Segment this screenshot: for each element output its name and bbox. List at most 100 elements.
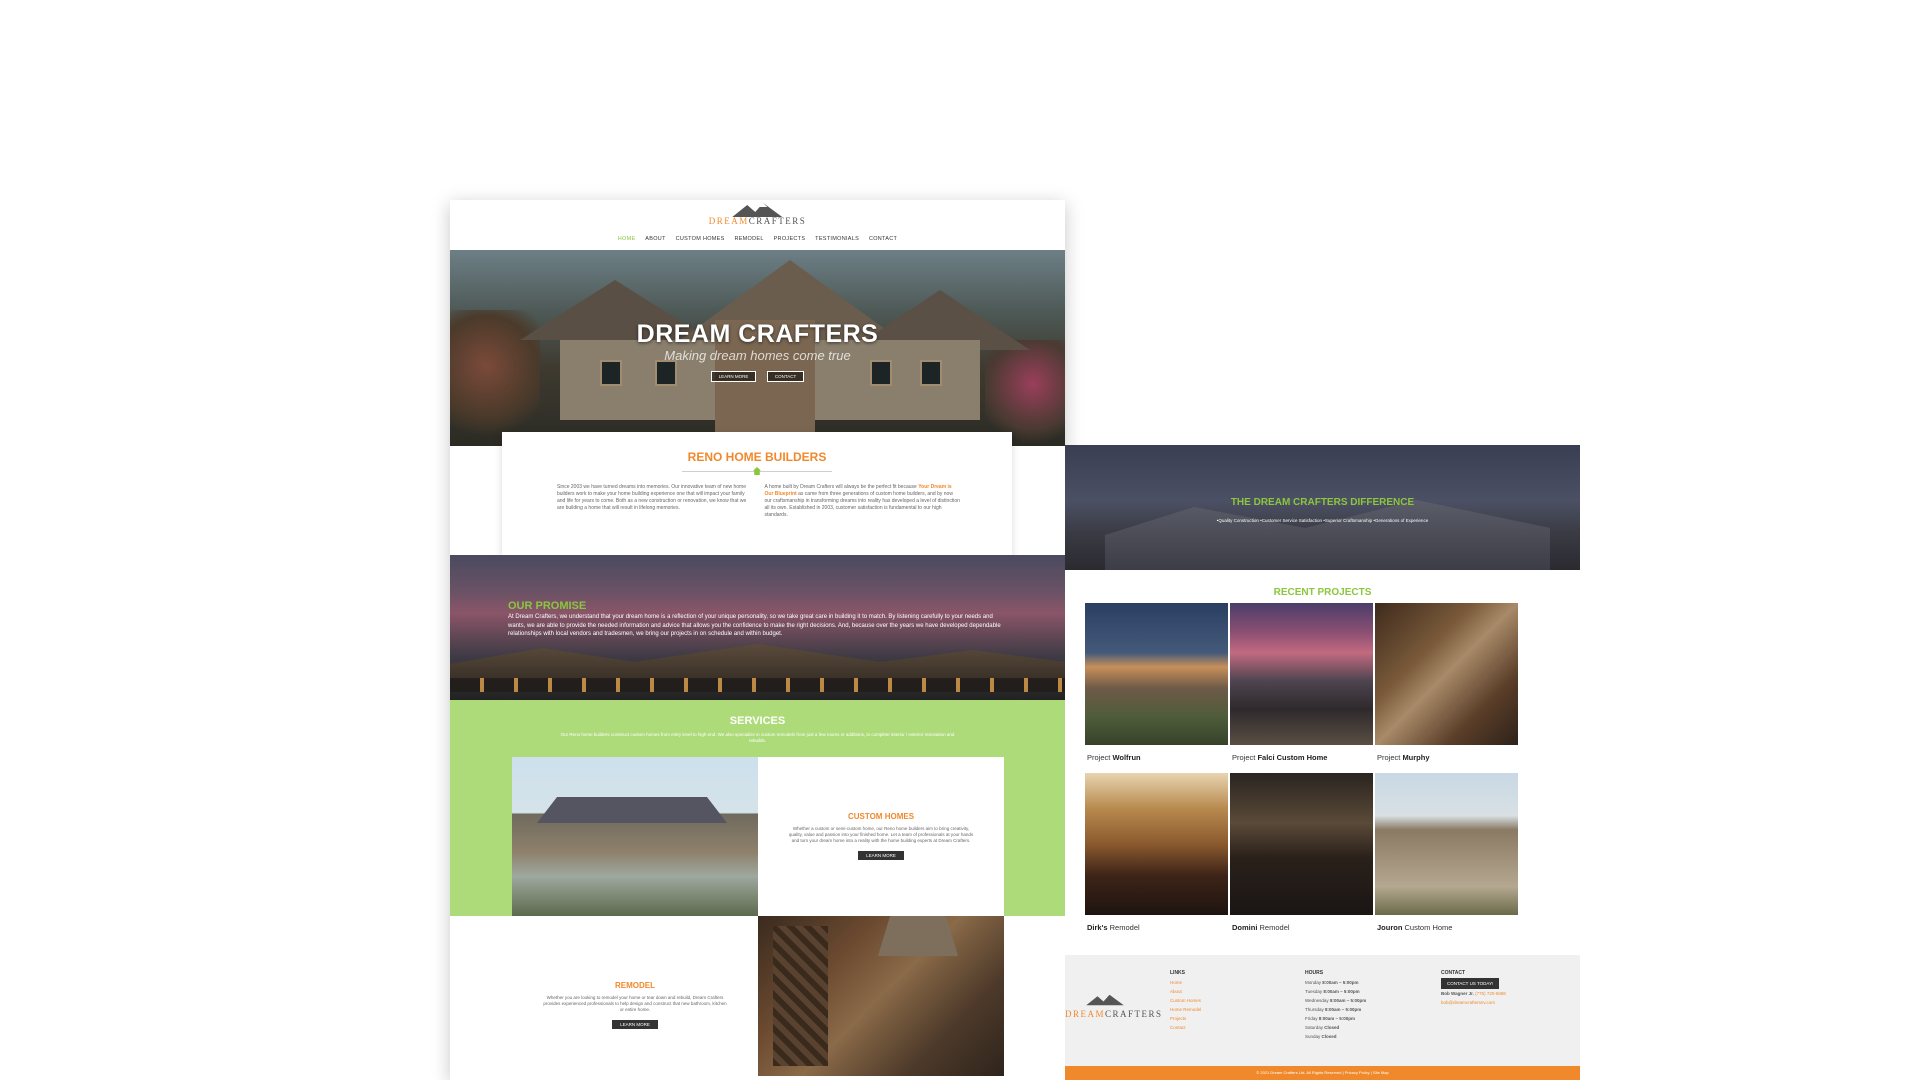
learn-more-button[interactable]: LEARN MORE (710, 371, 757, 382)
project-caption: Project Murphy (1375, 745, 1518, 762)
custom-homes-image (512, 757, 758, 916)
services-section: SERVICES Our Reno home builders construc… (450, 700, 1065, 1080)
footer-link[interactable]: Projects (1170, 1014, 1201, 1023)
hours-row: Sunday Closed (1305, 1032, 1366, 1041)
hours-day: Tuesday (1305, 989, 1323, 994)
project-image (1085, 773, 1228, 915)
caption-name: Domini (1232, 923, 1258, 932)
contact-us-button[interactable]: CONTACT US TODAY! (1441, 978, 1500, 989)
caption-suffix: Custom Home (1404, 923, 1453, 932)
hours-row: Saturday Closed (1305, 1023, 1366, 1032)
remodel-door (773, 926, 828, 1066)
project-image (1230, 603, 1373, 745)
project-caption: Domini Remodel (1230, 915, 1373, 932)
footer-hours: HOURS Monday 8:00am – 5:00pm Tuesday 8:0… (1305, 969, 1366, 1041)
nav-testimonials[interactable]: TESTIMONIALS (815, 236, 859, 242)
hours-time: Closed (1321, 1034, 1337, 1039)
services-subtitle: Our Reno home builders construct custom … (560, 732, 955, 743)
project-card[interactable]: Dirk's Remodel (1085, 773, 1228, 943)
project-caption: Project Wolfrun (1085, 745, 1228, 762)
footer-logo-text-crafters: CRAFTERS (1105, 1009, 1163, 1019)
hours-day: Wednesday (1305, 998, 1329, 1003)
homepage-mockup: DREAMCRAFTERS HOME ABOUT CUSTOM HOMES RE… (450, 200, 1065, 1080)
custom-homes-card: CUSTOM HOMES Whether a custom or semi-cu… (758, 757, 1004, 916)
hours-day: Sunday (1305, 1034, 1321, 1039)
hero-banner: DREAM CRAFTERS Making dream homes come t… (450, 250, 1065, 446)
logo-text-crafters: CRAFTERS (748, 216, 807, 226)
project-card[interactable]: Project Murphy (1375, 603, 1518, 773)
intro-column-left: Since 2003 we have turned dreams into me… (557, 484, 747, 511)
contact-button[interactable]: CONTACT (766, 371, 805, 382)
project-card[interactable]: Domini Remodel (1230, 773, 1373, 943)
intro-columns: Since 2003 we have turned dreams into me… (502, 472, 1012, 519)
footer-contact: CONTACT CONTACT US TODAY! Bob Wagner Jr.… (1441, 969, 1506, 1007)
custom-homes-learn-more-button[interactable]: LEARN MORE (858, 851, 904, 860)
intro-text-a: A home built by Dream Crafters will alwa… (764, 484, 917, 490)
footer-link[interactable]: Home (1170, 978, 1201, 987)
caption-prefix: Project (1087, 753, 1111, 762)
project-image (1375, 773, 1518, 915)
footer-link[interactable]: Custom Homes (1170, 996, 1201, 1005)
promise-title: OUR PROMISE (508, 600, 587, 612)
project-card[interactable]: Jouron Custom Home (1375, 773, 1518, 943)
hours-row: Friday 8:00am – 5:00pm (1305, 1014, 1366, 1023)
footer-link[interactable]: About (1170, 987, 1201, 996)
nav-projects[interactable]: PROJECTS (774, 236, 806, 242)
hours-day: Saturday (1305, 1025, 1324, 1030)
intro-column-right: A home built by Dream Crafters will alwa… (765, 484, 961, 519)
remodel-title: REMODEL (615, 981, 655, 990)
footer-link[interactable]: Home Remodel (1170, 1005, 1201, 1014)
footer-logo[interactable]: DREAMCRAFTERS (1065, 993, 1161, 1019)
nav-about[interactable]: ABOUT (645, 236, 665, 242)
hours-day: Monday (1305, 980, 1322, 985)
hero-buttons: LEARN MORE CONTACT (450, 365, 1065, 383)
contact-phone[interactable]: (775) 720-5686 (1475, 991, 1506, 996)
nav-home[interactable]: HOME (618, 236, 636, 242)
footer-hours-title: HOURS (1305, 970, 1324, 976)
nav-contact[interactable]: CONTACT (869, 236, 897, 242)
project-image (1230, 773, 1373, 915)
hours-row: Monday 8:00am – 5:00pm (1305, 978, 1366, 987)
footer-contact-title: CONTACT (1441, 970, 1466, 976)
logo-text-dream: DREAM (708, 216, 749, 226)
footer-links: LINKS Home About Custom Homes Home Remod… (1170, 969, 1201, 1032)
services-title: SERVICES (729, 715, 786, 727)
caption-name: Dirk's (1087, 923, 1108, 932)
nav-remodel[interactable]: REMODEL (734, 236, 763, 242)
copyright-bar: © 2021 Dream Crafters Ltd. All Rights Re… (1065, 1066, 1580, 1080)
footer-link[interactable]: Contact (1170, 1023, 1201, 1032)
project-caption: Jouron Custom Home (1375, 915, 1518, 932)
site-header: DREAMCRAFTERS HOME ABOUT CUSTOM HOMES RE… (450, 200, 1065, 250)
footer-links-title: LINKS (1170, 970, 1185, 976)
house-icon (753, 467, 761, 475)
difference-banner: THE DREAM CRAFTERS DIFFERENCE •Quality C… (1065, 445, 1580, 570)
hours-day: Thursday (1305, 1007, 1324, 1012)
hero-subtitle: Making dream homes come true (664, 348, 851, 363)
project-image (1375, 603, 1518, 745)
caption-name: Wolfrun (1112, 753, 1141, 762)
caption-name: Murphy (1402, 753, 1430, 762)
remodel-image (758, 916, 1004, 1076)
remodel-card: REMODEL Whether you are looking to remod… (512, 916, 758, 1076)
difference-title: THE DREAM CRAFTERS DIFFERENCE (1230, 497, 1415, 508)
project-caption: Project Falci Custom Home (1230, 745, 1373, 762)
projects-page-mockup: THE DREAM CRAFTERS DIFFERENCE •Quality C… (1065, 445, 1580, 1080)
remodel-text: Whether you are looking to remodel your … (543, 995, 727, 1012)
promise-lights (450, 678, 1065, 692)
contact-details: Bob Wagner Jr. (775) 720-5686 (1441, 989, 1506, 998)
site-logo[interactable]: DREAMCRAFTERS (709, 202, 807, 226)
hours-time: Closed (1324, 1025, 1340, 1030)
remodel-hood (878, 916, 958, 956)
promise-roofline (450, 644, 1065, 680)
contact-email[interactable]: bob@dreamcraftersnv.com (1441, 998, 1506, 1007)
hours-row: Wednesday 8:00am – 5:00pm (1305, 996, 1366, 1005)
project-card[interactable]: Project Wolfrun (1085, 603, 1228, 773)
custom-homes-text: Whether a custom or semi-custom home, ou… (788, 826, 974, 843)
nav-custom-homes[interactable]: CUSTOM HOMES (676, 236, 725, 242)
caption-name: Falci Custom Home (1257, 753, 1328, 762)
hours-row: Tuesday 8:00am – 5:00pm (1305, 987, 1366, 996)
project-card[interactable]: Project Falci Custom Home (1230, 603, 1373, 773)
remodel-learn-more-button[interactable]: LEARN MORE (612, 1020, 658, 1029)
promise-section: OUR PROMISE At Dream Crafters, we unders… (450, 555, 1065, 700)
